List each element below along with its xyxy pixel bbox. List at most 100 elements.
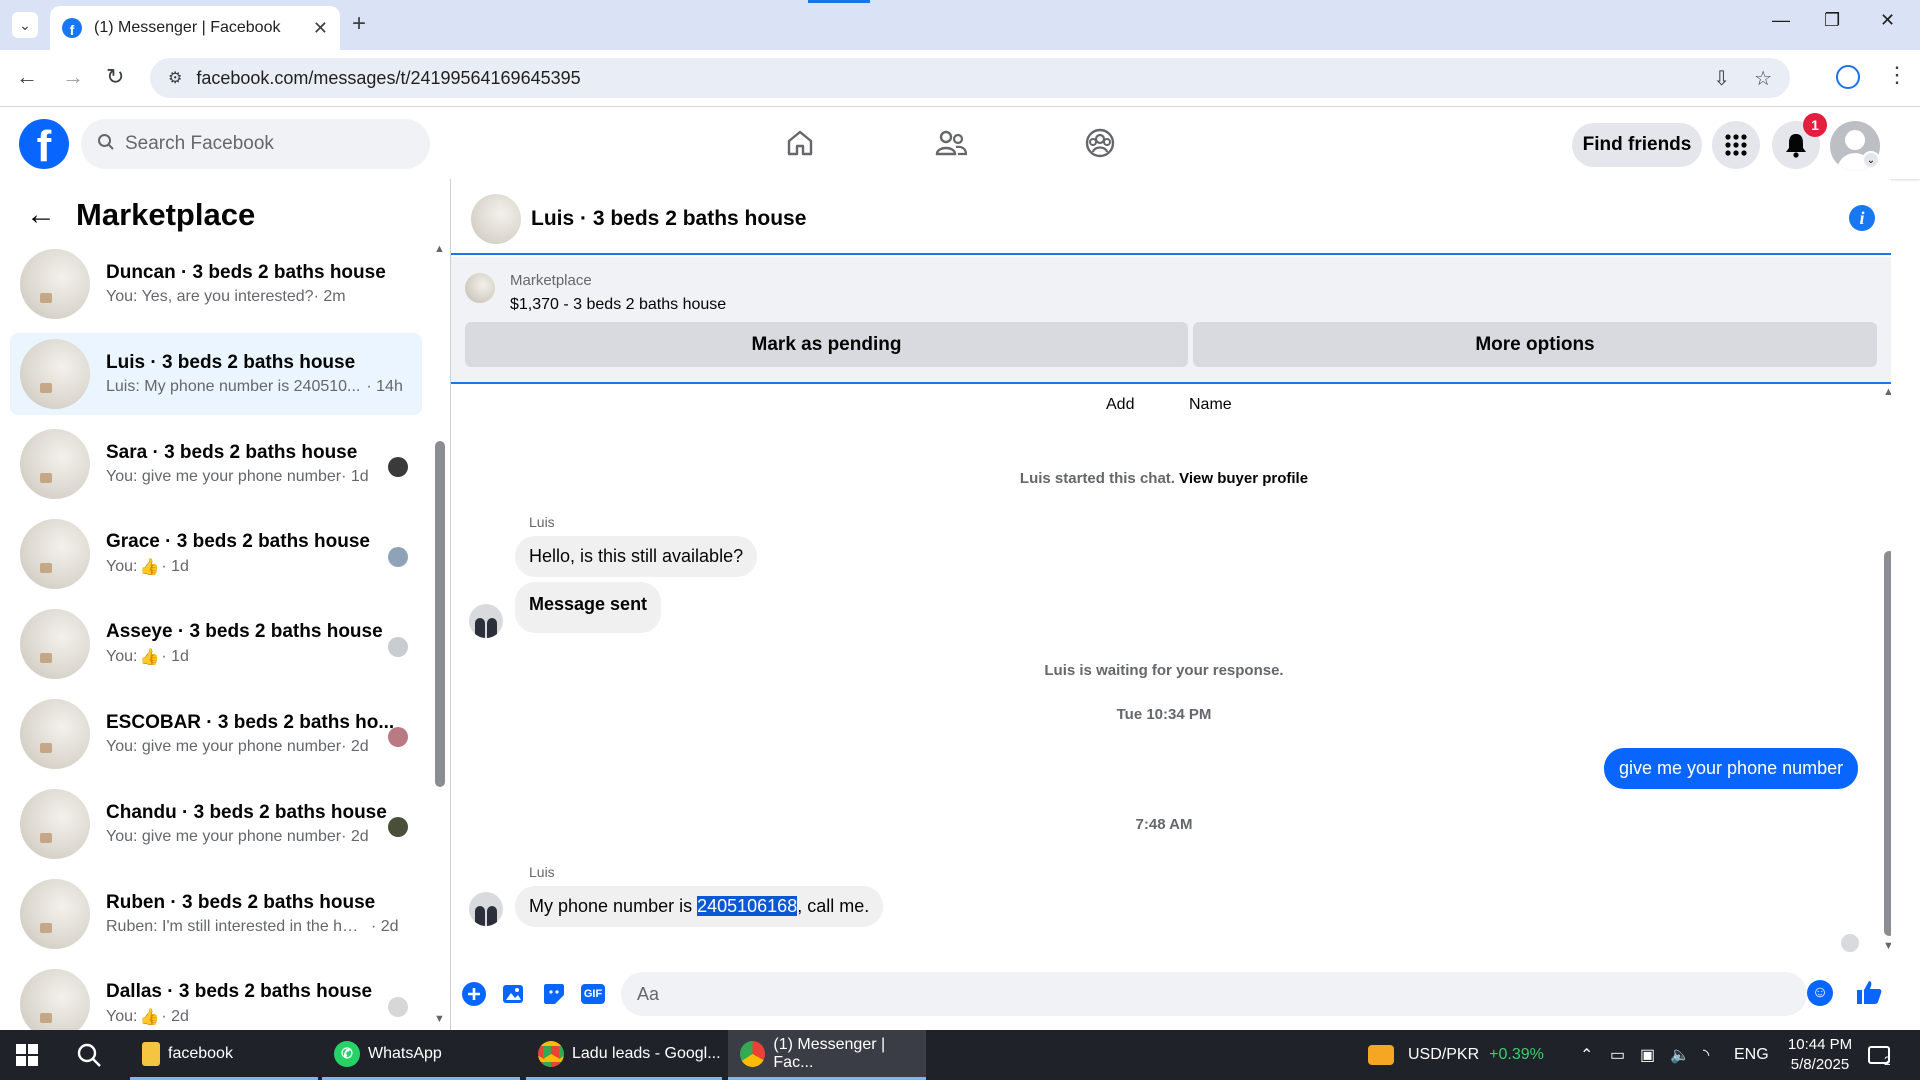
- listing-thumbnail: [20, 879, 90, 949]
- install-app-icon[interactable]: ⇩: [1713, 66, 1730, 91]
- show-hidden-icons-chevron-icon[interactable]: ⌃: [1580, 1030, 1593, 1080]
- volume-icon[interactable]: 🔈: [1670, 1030, 1690, 1080]
- sticker-icon[interactable]: [540, 980, 568, 1008]
- message-text-prefix: My phone number is: [529, 896, 698, 916]
- taskbar-label: (1) Messenger | Fac...: [773, 1035, 886, 1071]
- conversation-time: · 14h: [366, 378, 403, 395]
- scroll-down-arrow-icon[interactable]: ▼: [434, 1013, 445, 1025]
- minimize-icon[interactable]: —: [1772, 10, 1790, 31]
- browser-tab-messenger[interactable]: f (1) Messenger | Facebook ✕: [50, 6, 340, 50]
- message-input[interactable]: [637, 983, 1807, 1005]
- mark-as-pending-button[interactable]: Mark as pending: [465, 322, 1188, 367]
- restore-icon[interactable]: ❐: [1824, 10, 1840, 31]
- conversation-item[interactable]: Chandu · 3 beds 2 baths house You: give …: [10, 783, 422, 865]
- tab-search-button[interactable]: ⌄: [12, 12, 38, 38]
- incoming-message[interactable]: Hello, is this still available?: [515, 536, 758, 577]
- seen-avatar: [388, 637, 408, 657]
- conversation-item[interactable]: Sara · 3 beds 2 baths house You: give me…: [10, 423, 422, 505]
- search-taskbar-icon[interactable]: [76, 1030, 102, 1080]
- photo-icon[interactable]: [500, 980, 528, 1008]
- facebook-search[interactable]: [81, 119, 430, 169]
- home-icon[interactable]: [780, 123, 820, 163]
- name-label[interactable]: Name: [1189, 396, 1232, 414]
- conversation-item-active[interactable]: Luis · 3 beds 2 baths house Luis: My pho…: [10, 333, 422, 415]
- scroll-up-arrow-icon[interactable]: ▲: [1883, 386, 1891, 398]
- more-options-button[interactable]: More options: [1193, 322, 1877, 367]
- forward-icon[interactable]: →: [62, 64, 84, 90]
- bookmark-star-icon[interactable]: ☆: [1754, 66, 1772, 91]
- account-chevron-icon[interactable]: ⌄: [1862, 151, 1880, 169]
- new-tab-button[interactable]: +: [352, 10, 366, 38]
- folder-icon: [142, 1041, 160, 1066]
- browser-menu-icon[interactable]: ⋮: [1886, 62, 1908, 88]
- close-tab-icon[interactable]: ✕: [313, 18, 328, 39]
- conversation-item[interactable]: Duncan · 3 beds 2 baths house You: Yes, …: [10, 243, 422, 325]
- conversation-item[interactable]: Dallas · 3 beds 2 baths house You: 👍 · 2d: [10, 963, 422, 1030]
- currency-ticker-widget[interactable]: USD/PKR +0.39%: [1368, 1030, 1544, 1080]
- message-thread: Add Name Luis started this chat. View bu…: [451, 386, 1891, 960]
- conversation-item[interactable]: Asseye · 3 beds 2 baths house You: 👍 · 1d: [10, 603, 422, 685]
- conversation-item[interactable]: Grace · 3 beds 2 baths house You: 👍 · 1d: [10, 513, 422, 595]
- conversation-item[interactable]: ESCOBAR · 3 beds 2 baths ho... You: give…: [10, 693, 422, 775]
- chrome-icon: [740, 1040, 766, 1067]
- reload-icon[interactable]: ↻: [106, 64, 124, 90]
- find-friends-button[interactable]: Find friends: [1572, 123, 1702, 167]
- chevron-down-icon: ⌄: [19, 16, 31, 33]
- scroll-up-arrow-icon[interactable]: ▲: [434, 243, 445, 255]
- plus-circle-icon[interactable]: [460, 980, 488, 1008]
- chat-scrollbar[interactable]: [1884, 551, 1891, 936]
- view-buyer-profile-link[interactable]: View buyer profile: [1179, 470, 1308, 487]
- taskbar-label: Ladu leads - Googl...: [572, 1044, 721, 1062]
- seen-avatar: [388, 997, 408, 1017]
- browser-profile-icon[interactable]: [1836, 65, 1860, 89]
- highlighted-phone-number[interactable]: 2405106168: [697, 896, 798, 916]
- window-close-icon[interactable]: ✕: [1880, 10, 1895, 31]
- back-arrow-icon[interactable]: ←: [26, 200, 56, 230]
- add-label[interactable]: Add: [1106, 396, 1134, 414]
- chat-listing-thumbnail[interactable]: [471, 194, 521, 244]
- battery-icon[interactable]: ▭: [1610, 1030, 1625, 1080]
- url-text[interactable]: facebook.com/messages/t/2419956416964539…: [196, 68, 1689, 89]
- message-sent-card[interactable]: Message sent: [515, 582, 662, 633]
- address-bar[interactable]: ⚙ facebook.com/messages/t/24199564169645…: [150, 58, 1790, 98]
- message-input-box[interactable]: [621, 972, 1807, 1016]
- taskbar-app-chrome-leads[interactable]: Ladu leads - Googl...: [526, 1030, 722, 1080]
- info-icon[interactable]: i: [1849, 205, 1875, 231]
- sidebar-scrollbar[interactable]: [435, 441, 445, 787]
- start-button[interactable]: [16, 1030, 38, 1080]
- taskbar-app-chrome-messenger[interactable]: (1) Messenger | Fac...: [728, 1030, 926, 1080]
- wifi-icon[interactable]: ◝: [1703, 1030, 1709, 1080]
- incoming-message-phone[interactable]: My phone number is 2405106168, call me.: [515, 886, 884, 927]
- groups-icon[interactable]: [1080, 123, 1120, 163]
- tab-title: (1) Messenger | Facebook: [94, 19, 281, 36]
- menu-grid-icon[interactable]: [1712, 121, 1760, 169]
- language-indicator[interactable]: ENG: [1734, 1030, 1769, 1080]
- whatsapp-icon: ✆: [334, 1040, 360, 1067]
- listing-mini-thumbnail[interactable]: [465, 273, 495, 303]
- luis-avatar[interactable]: [469, 892, 503, 926]
- friends-icon[interactable]: [931, 123, 971, 163]
- chat-started-notice: Luis started this chat. View buyer profi…: [451, 470, 1877, 487]
- conversation-name: Chandu · 3 beds 2 baths house: [106, 802, 387, 823]
- search-input[interactable]: [125, 133, 405, 155]
- conversation-time: · 2d: [341, 828, 369, 845]
- facebook-logo[interactable]: f: [19, 119, 69, 169]
- emoji-icon[interactable]: ☺: [1807, 980, 1833, 1006]
- taskbar-app-facebook-folder[interactable]: facebook: [130, 1030, 318, 1080]
- back-icon[interactable]: ←: [16, 64, 38, 90]
- luis-avatar[interactable]: [469, 604, 503, 638]
- thumbs-up-send-icon[interactable]: [1855, 978, 1883, 1006]
- system-clock[interactable]: 10:44 PM 5/8/2025: [1782, 1035, 1858, 1075]
- listing-title[interactable]: $1,370 - 3 beds 2 baths house: [510, 296, 726, 314]
- browser-toolbar: ← → ↻ ⚙ facebook.com/messages/t/24199564…: [0, 50, 1920, 107]
- scroll-down-arrow-icon[interactable]: ▼: [1883, 940, 1891, 952]
- conversation-item[interactable]: Ruben · 3 beds 2 baths house Ruben: I'm …: [10, 873, 422, 955]
- facebook-header: f Find friends: [0, 107, 1920, 179]
- meet-icon[interactable]: ▣: [1640, 1030, 1655, 1080]
- site-info-icon[interactable]: ⚙: [168, 68, 182, 88]
- outgoing-message[interactable]: give me your phone number: [1604, 748, 1859, 789]
- chat-title[interactable]: Luis · 3 beds 2 baths house: [531, 207, 806, 231]
- gif-icon[interactable]: GIF: [579, 980, 607, 1008]
- taskbar-app-whatsapp[interactable]: ✆ WhatsApp: [322, 1030, 520, 1080]
- notification-center-icon[interactable]: 2: [1868, 1030, 1891, 1080]
